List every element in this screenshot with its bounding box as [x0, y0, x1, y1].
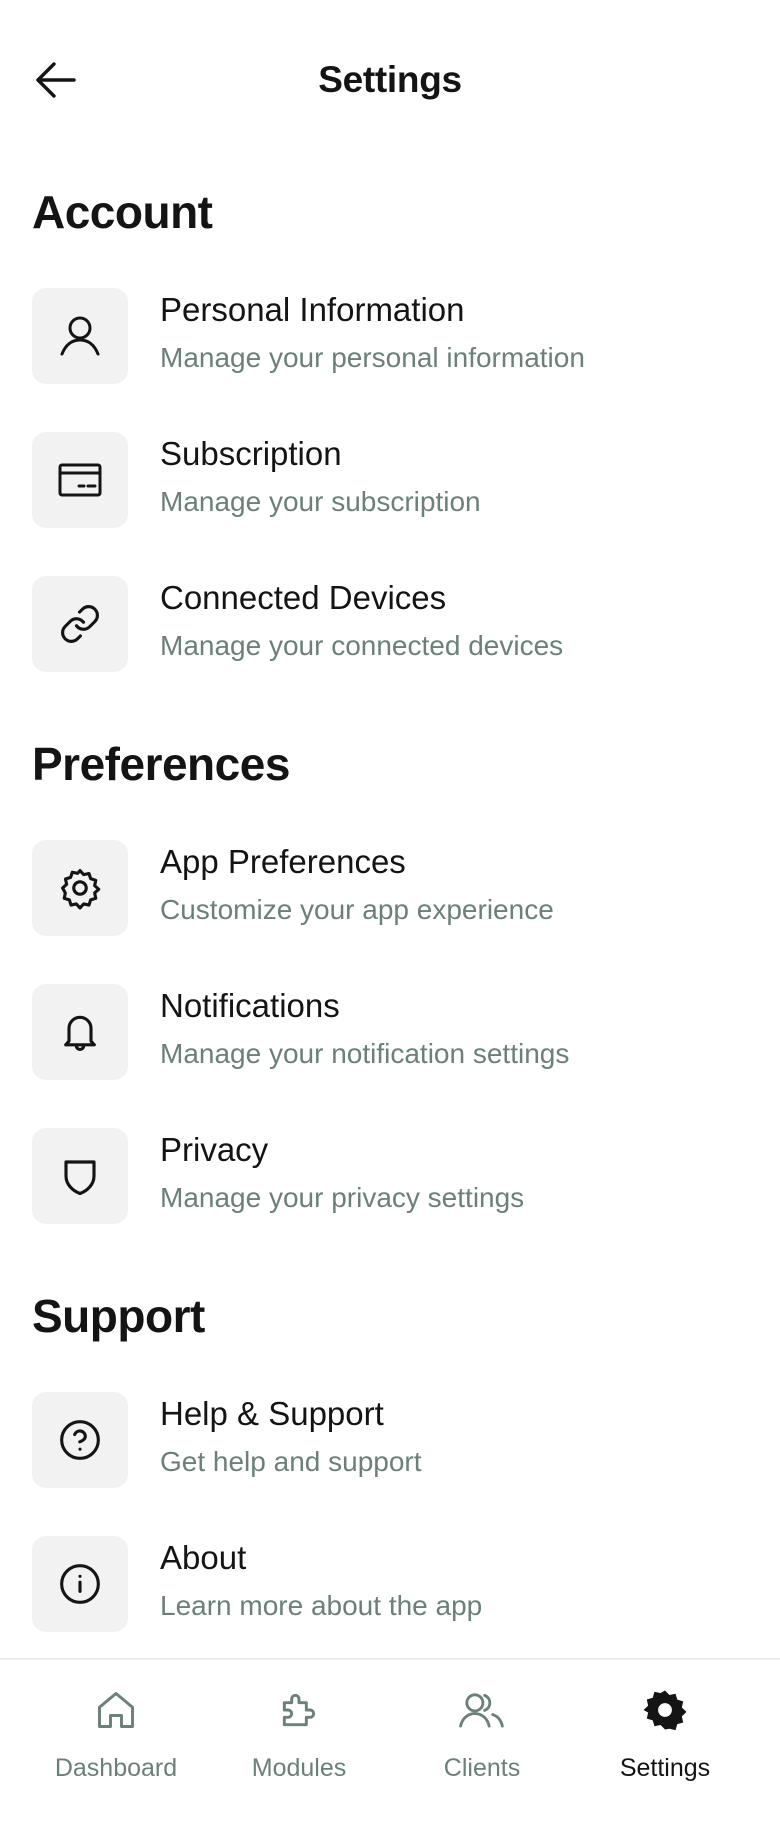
settings-item-connected-devices[interactable]: Connected Devices Manage your connected …: [0, 576, 780, 686]
nav-item-modules[interactable]: Modules: [207, 1660, 391, 1800]
settings-item-icon-box: [32, 1128, 128, 1224]
settings-item-privacy[interactable]: Privacy Manage your privacy settings: [0, 1128, 780, 1238]
settings-item-icon-box: [32, 576, 128, 672]
settings-item-subtitle: Customize your app experience: [160, 894, 554, 925]
bottom-navigation: Dashboard Modules Clients Settings: [0, 1658, 780, 1846]
settings-item-icon-box: [32, 1392, 128, 1488]
settings-item-subtitle: Manage your connected devices: [160, 630, 564, 661]
settings-item-title: Help & Support: [160, 1395, 384, 1432]
nav-label: Dashboard: [54, 1754, 178, 1782]
settings-item-icon-box: [32, 1536, 128, 1632]
settings-item-subtitle: Learn more about the app: [160, 1590, 483, 1621]
section-title-preferences: Preferences: [32, 738, 290, 790]
settings-item-app-preferences[interactable]: App Preferences Customize your app exper…: [0, 840, 780, 950]
bell-icon: [64, 1015, 96, 1051]
home-icon: [98, 1692, 134, 1728]
settings-item-icon-box: [32, 288, 128, 384]
nav-label: Modules: [251, 1754, 347, 1782]
settings-item-subtitle: Get help and support: [160, 1446, 422, 1477]
info-circle-icon: [60, 1564, 100, 1604]
settings-item-help-support[interactable]: Help & Support Get help and support: [0, 1392, 780, 1502]
settings-item-icon-box: [32, 840, 128, 936]
nav-icon-wrap: [573, 1684, 757, 1736]
nav-label: Clients: [443, 1754, 521, 1782]
settings-item-notifications[interactable]: Notifications Manage your notification s…: [0, 984, 780, 1094]
section-title-account: Account: [32, 186, 213, 238]
nav-icon-wrap: [207, 1684, 391, 1736]
gear-icon: [61, 869, 101, 910]
settings-item-personal-information[interactable]: Personal Information Manage your persona…: [0, 288, 780, 398]
help-circle-icon: [60, 1420, 100, 1460]
shield-icon: [64, 1160, 96, 1196]
settings-item-subscription[interactable]: Subscription Manage your subscription: [0, 432, 780, 542]
credit-card-icon: [58, 463, 102, 497]
settings-item-subtitle: Manage your notification settings: [160, 1038, 570, 1069]
top-app-bar: Settings: [0, 0, 780, 160]
settings-item-title: Connected Devices: [160, 579, 447, 616]
user-icon: [60, 316, 100, 356]
settings-item-subtitle: Manage your privacy settings: [160, 1182, 525, 1213]
settings-item-icon-box: [32, 984, 128, 1080]
link-icon: [61, 605, 99, 643]
settings-item-subtitle: Manage your personal information: [160, 342, 585, 373]
settings-item-icon-box: [32, 432, 128, 528]
users-icon: [459, 1693, 504, 1728]
settings-item-title: Privacy: [160, 1131, 269, 1168]
settings-item-title: Notifications: [160, 987, 340, 1024]
settings-item-title: About: [160, 1539, 247, 1576]
settings-item-title: Personal Information: [160, 291, 465, 328]
puzzle-icon: [282, 1693, 316, 1727]
settings-item-title: Subscription: [160, 435, 342, 472]
nav-label: Settings: [619, 1754, 711, 1782]
nav-item-settings[interactable]: Settings: [573, 1660, 757, 1800]
nav-item-clients[interactable]: Clients: [390, 1660, 574, 1800]
page-title: Settings: [318, 59, 462, 100]
nav-icon-wrap: [390, 1684, 574, 1736]
settings-item-subtitle: Manage your subscription: [160, 486, 481, 517]
nav-icon-wrap: [24, 1684, 208, 1736]
settings-item-title: App Preferences: [160, 843, 406, 880]
settings-item-about[interactable]: About Learn more about the app: [0, 1536, 780, 1646]
section-title-support: Support: [32, 1290, 205, 1342]
gear-filled-icon: [643, 1690, 687, 1731]
nav-item-dashboard[interactable]: Dashboard: [24, 1660, 208, 1800]
